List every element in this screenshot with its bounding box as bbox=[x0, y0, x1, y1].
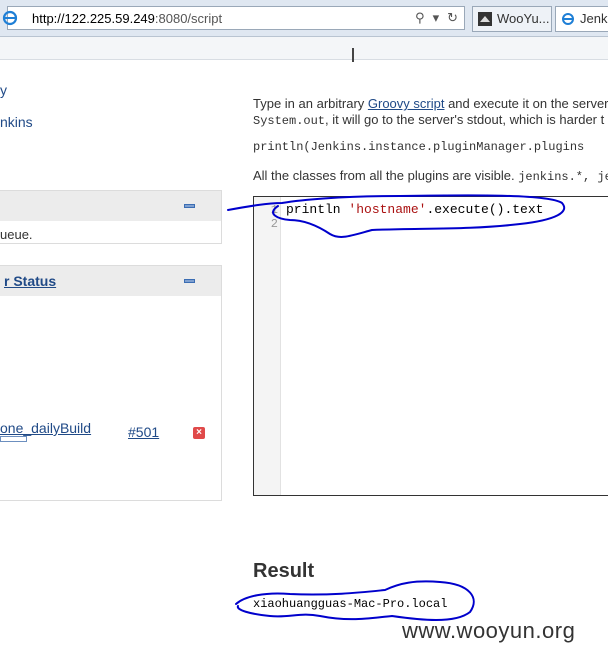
code-call: .execute().text bbox=[426, 202, 544, 217]
tab-label: Jenki bbox=[580, 11, 608, 26]
refresh-icon[interactable]: ↻ bbox=[447, 10, 458, 26]
groovy-script-link[interactable]: Groovy script bbox=[368, 96, 445, 111]
stdout-note: System.out, it will go to the server's s… bbox=[253, 112, 604, 128]
wooyun-favicon-icon bbox=[478, 12, 492, 26]
url-host: http://122.225.59.249 bbox=[32, 11, 155, 26]
ie-tab-icon bbox=[562, 13, 574, 25]
search-icon[interactable]: ⚲ bbox=[415, 10, 425, 26]
result-output: xiaohuangguas-Mac-Pro.local bbox=[253, 597, 448, 611]
browser-toolbar: http://122.225.59.249:8080/script ⚲ ▾ ↻ … bbox=[0, 0, 608, 37]
stdout-text: , it will go to the server's stdout, whi… bbox=[325, 112, 605, 127]
line-number-gutter: 1 2 bbox=[254, 197, 281, 495]
intro-prefix: Type in an arbitrary bbox=[253, 96, 368, 111]
script-editor[interactable]: 1 2 println 'hostname'.execute().text bbox=[253, 196, 608, 496]
dropdown-icon[interactable]: ▾ bbox=[433, 10, 440, 26]
stop-build-icon[interactable]: × bbox=[193, 427, 205, 439]
watermark: www.wooyun.org bbox=[402, 618, 576, 643]
intro-suffix: and execute it on the server bbox=[444, 96, 608, 111]
sidebar-link-1[interactable]: y bbox=[0, 82, 7, 98]
classes-code: jenkins.*, je bbox=[518, 170, 608, 184]
url-path: :8080/script bbox=[154, 11, 223, 26]
tab-jenkins[interactable]: Jenki bbox=[555, 6, 608, 32]
result-heading: Result bbox=[253, 560, 315, 582]
build-progress-bar bbox=[0, 436, 27, 442]
code-string: 'hostname' bbox=[348, 202, 427, 217]
collapse-icon[interactable] bbox=[184, 204, 195, 208]
system-out-code: System.out bbox=[253, 114, 326, 128]
executor-status-panel: r Status one_dailyBuild #501 × bbox=[0, 265, 222, 501]
queue-text: ueue. bbox=[0, 227, 33, 242]
job-link[interactable]: one_dailyBuild bbox=[0, 420, 91, 436]
intro-text: Type in an arbitrary Groovy script and e… bbox=[253, 96, 608, 111]
build-number-link[interactable]: #501 bbox=[128, 424, 159, 440]
ie-icon bbox=[2, 10, 18, 26]
line-number: 2 bbox=[270, 217, 278, 231]
panel-header bbox=[0, 191, 221, 221]
code-line[interactable]: println 'hostname'.execute().text bbox=[286, 202, 543, 217]
classes-text: All the classes from all the plugins are… bbox=[253, 168, 519, 183]
executor-status-title[interactable]: r Status bbox=[4, 273, 56, 289]
example-code: println(Jenkins.instance.pluginManager.p… bbox=[253, 140, 585, 154]
url-text[interactable]: http://122.225.59.249:8080/script bbox=[32, 11, 222, 26]
collapse-icon[interactable] bbox=[184, 279, 195, 283]
build-queue-panel: ueue. bbox=[0, 190, 222, 244]
classes-note: All the classes from all the plugins are… bbox=[253, 168, 608, 184]
code-keyword: println bbox=[286, 202, 349, 217]
page-header-strip bbox=[0, 37, 608, 60]
tab-wooyun[interactable]: WooYu... bbox=[472, 6, 552, 32]
line-number: 1 bbox=[270, 203, 278, 217]
sidebar-link-jenkins[interactable]: nkins bbox=[0, 114, 33, 130]
address-bar[interactable]: http://122.225.59.249:8080/script ⚲ ▾ ↻ bbox=[2, 6, 465, 30]
panel-header: r Status bbox=[0, 266, 221, 296]
page-title-fragment bbox=[352, 48, 362, 62]
tab-label: WooYu... bbox=[497, 11, 550, 26]
